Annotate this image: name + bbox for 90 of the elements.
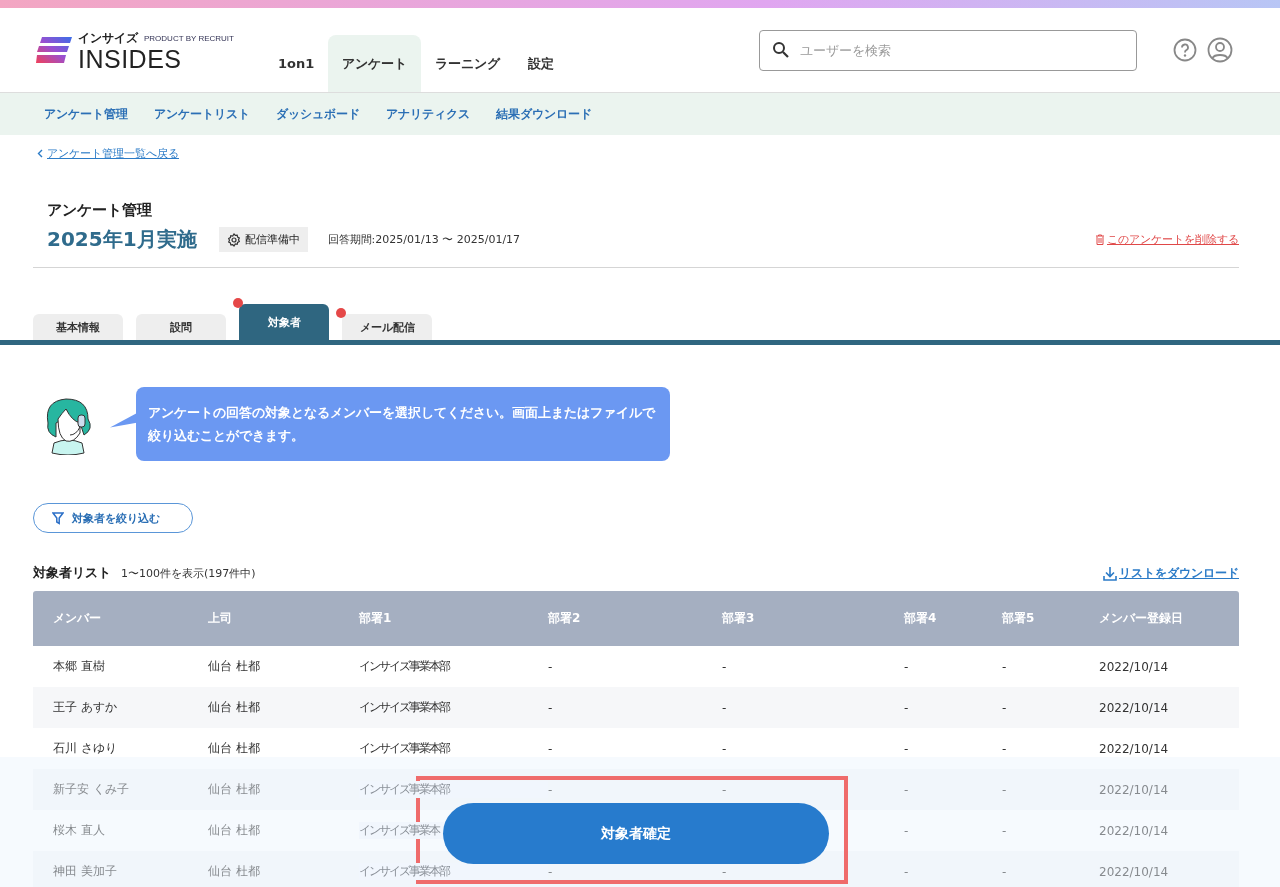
sub-nav-link[interactable]: アナリティクス [386,105,470,123]
table-cell-text: - [722,700,728,715]
table-cell-text: インサイズ事業本部 [359,699,451,716]
table-cell-text: 2022/10/14 [1099,782,1170,797]
table-cell-text: - [904,700,910,715]
filter-icon [52,511,64,525]
table-cell-text: - [548,659,554,674]
column-header: メンバー [53,610,102,627]
column-header: 部署4 [904,610,938,627]
table-cell-text: - [722,741,728,756]
nav-tab[interactable]: ラーニング [421,35,515,92]
table-cell-text: - [548,741,554,756]
survey-title: 2025年1月実施 [47,226,197,253]
column-header: 部署3 [722,610,756,627]
column-header: 部署5 [1002,610,1036,627]
download-list-link[interactable]: リストをダウンロード [1119,564,1239,582]
sub-nav-link[interactable]: ダッシュボード [276,105,360,123]
list-count: 1〜100件を表示(197件中) [121,565,256,581]
tab[interactable]: メール配信 [342,314,432,340]
list-title: 対象者リスト [33,564,111,582]
tab[interactable]: 対象者 [239,304,329,340]
delete-survey-link[interactable]: このアンケートを削除する [1107,232,1239,247]
table-cell-text: - [722,782,728,797]
table-cell-text: 仙台 杜都 [208,863,261,880]
table-cell-text: 2022/10/14 [1099,864,1170,879]
table-cell-text: - [904,741,910,756]
nav-tab[interactable]: アンケート [328,35,422,92]
gear-icon [226,232,241,247]
chevron-left-icon [37,148,43,158]
table-cell-text: 石川 さゆり [53,740,118,757]
search-field[interactable]: ユーザーを検索 [798,41,1122,59]
column-header: 部署2 [548,610,582,627]
table-cell-text: - [1002,823,1008,838]
table-cell-text: 仙台 杜都 [208,822,261,839]
tab[interactable]: 基本情報 [33,314,123,340]
table-cell-text: インサイズ事業本部 [359,740,451,757]
download-icon [1103,565,1117,581]
column-header: 上司 [208,610,233,627]
logo-kana: インサイズ [78,29,138,47]
table-cell-text: - [722,864,728,879]
table-cell-text: - [904,864,910,879]
confirm-targets-button[interactable]: 対象者確定 [443,803,829,864]
help-icon[interactable] [1173,38,1197,62]
table-cell-text: 神田 美加子 [53,863,118,880]
table-cell-text: 新子安 くみ子 [53,781,130,798]
user-icon[interactable] [1207,37,1233,63]
column-header: 部署1 [359,610,393,627]
table-cell-text: - [1002,741,1008,756]
sub-nav-link[interactable]: アンケート管理 [44,105,128,123]
search-icon [772,41,790,59]
logo-product: PRODUCT BY RECRUIT [144,33,234,43]
table-cell-text: - [722,659,728,674]
table-cell-text: 王子 あすか [53,699,118,716]
table-cell-text: 桜木 直人 [53,822,106,839]
table-cell-text: - [904,782,910,797]
answer-period: 回答期間:2025/01/13 〜 2025/01/17 [327,232,521,247]
table-cell-text: 本郷 直樹 [53,658,106,675]
nav-tab[interactable]: 設定 [514,35,569,92]
table-cell-text: インサイズ事業本部 [359,658,451,675]
table-cell-text: 仙台 杜都 [208,740,261,757]
tab[interactable]: 設問 [136,314,226,340]
table-cell-text: - [1002,864,1008,879]
table-cell-text: 2022/10/14 [1099,659,1170,674]
sub-nav-link[interactable]: アンケートリスト [154,105,250,123]
sub-nav-link[interactable]: 結果ダウンロード [496,105,592,123]
table-cell-text: 仙台 杜都 [208,658,261,675]
table-cell-text: - [548,864,554,879]
guide-message: アンケートの回答の対象となるメンバーを選択してください。画面上またはファイルで絞り込むことができます。 [148,405,655,443]
section-title: アンケート管理 [47,201,153,220]
back-link[interactable]: アンケート管理一覧へ戻る [47,145,179,161]
table-cell-text: - [1002,659,1008,674]
table-cell-text: 2022/10/14 [1099,700,1170,715]
table-cell-text: - [1002,782,1008,797]
table-cell-text: 2022/10/14 [1099,741,1170,756]
filter-button[interactable]: 対象者を絞り込む [33,503,193,533]
table-cell-text: - [904,659,910,674]
nav-tab[interactable]: 1on1 [263,35,329,92]
table-cell-text: - [1002,700,1008,715]
table-cell-text: - [548,700,554,715]
search-box[interactable]: ユーザーを検索 [759,29,1137,71]
table-cell-text: 2022/10/14 [1099,823,1170,838]
table-cell-text: 仙台 杜都 [208,699,261,716]
column-header: メンバー登録日 [1099,610,1184,627]
table-cell-text: - [548,782,554,797]
logo-text: INSIDES [78,46,183,71]
table-cell-text: 仙台 杜都 [208,781,261,798]
status-text: 配信準備中 [244,232,300,247]
trash-icon [1095,234,1105,245]
table-cell-text: - [904,823,910,838]
logo-icon [36,35,74,65]
